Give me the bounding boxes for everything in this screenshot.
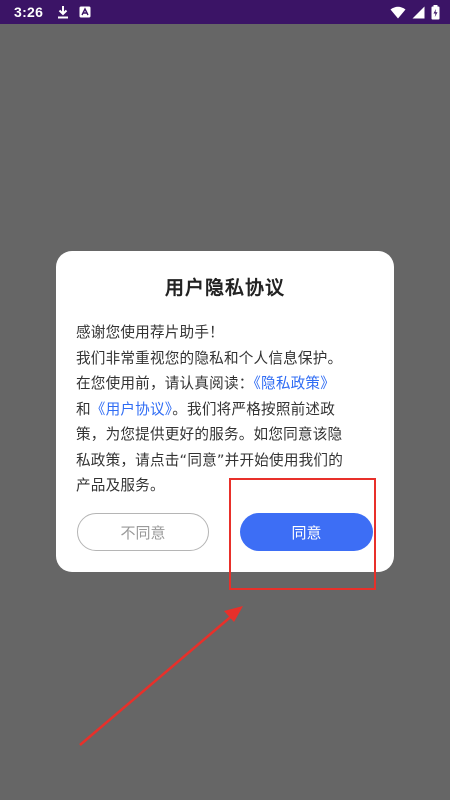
download-icon (57, 5, 69, 19)
body-line: 和《用户协议》。我们将严格按照前述政 (76, 397, 376, 423)
dialog-body: 感谢您使用荐片助手！ 我们非常重视您的隐私和个人信息保护。 在您使用前，请认真阅… (76, 320, 376, 499)
body-text: 在您使用前，请认真阅读： (76, 375, 254, 392)
status-bar: 3:26 (0, 0, 450, 24)
body-text: 。我们将严格按照前述政 (172, 400, 335, 418)
dialog-title: 用户隐私协议 (164, 277, 285, 299)
status-time: 3:26 (14, 4, 44, 20)
app-notification-icon (79, 6, 91, 18)
body-line: 我们非常重视您的隐私和个人信息保护。 (76, 349, 343, 367)
body-line: 在您使用前，请认真阅读：《隐私政策》 (76, 371, 376, 397)
privacy-policy-link[interactable]: 《隐私政策》 (254, 375, 335, 392)
body-line: 感谢您使用荐片助手！ (76, 324, 224, 341)
body-text: 和 (76, 400, 91, 418)
battery-icon (431, 4, 440, 20)
status-left-icons (57, 5, 91, 19)
wifi-icon (390, 6, 406, 19)
signal-icon (412, 6, 425, 19)
user-agreement-link[interactable]: 《用户协议》 (91, 401, 172, 418)
annotation-highlight-box (229, 478, 376, 590)
disagree-button[interactable]: 不同意 (77, 513, 209, 551)
status-right-icons (390, 4, 440, 20)
body-line: 私政策，请点击“同意”并开始使用我们的 (76, 451, 344, 469)
body-line: 策，为您提供更好的服务。如您同意该隐 (76, 426, 343, 443)
